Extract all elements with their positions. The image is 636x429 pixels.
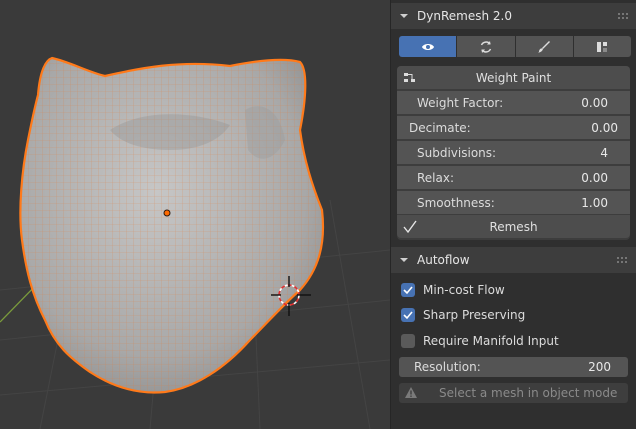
weight-paint-label: Weight Paint [475, 70, 552, 85]
check-icon [403, 311, 413, 320]
weight-paint-icon [404, 73, 415, 82]
eye-icon [421, 43, 434, 50]
subdivisions-label: Subdivisions: [417, 145, 497, 160]
mesh-object [19, 56, 325, 394]
viewport-scene [0, 56, 390, 429]
weight-paint-button[interactable]: Weight Paint [397, 66, 630, 89]
min-cost-flow-checkbox[interactable] [401, 283, 415, 297]
chevron-down-icon [400, 14, 408, 18]
require-manifold-checkbox[interactable] [401, 334, 415, 348]
3d-viewport[interactable] [0, 0, 390, 429]
autoflow-panel-header[interactable]: Autoflow [391, 247, 636, 273]
refresh-icon [480, 40, 492, 53]
sharp-preserving-checkbox[interactable] [401, 308, 415, 322]
checkmark-icon [403, 220, 417, 234]
relax-field[interactable]: Relax: 0.00 [397, 166, 630, 189]
tab-view[interactable] [399, 36, 458, 57]
drag-grip-icon[interactable] [617, 12, 629, 20]
brush-icon [538, 40, 551, 53]
smoothness-field[interactable]: Smoothness: 1.00 [397, 191, 630, 214]
resolution-value: 200 [588, 360, 611, 374]
warning-message: Select a mesh in object mode [399, 383, 628, 403]
relax-value: 0.00 [581, 170, 608, 185]
mode-tab-bar [399, 36, 631, 57]
smoothness-value: 1.00 [581, 195, 608, 210]
remesh-label: Remesh [489, 219, 538, 234]
dynremesh-panel-header[interactable]: DynRemesh 2.0 [391, 3, 636, 29]
object-origin [163, 209, 171, 217]
tab-pattern[interactable] [573, 36, 631, 57]
tab-paint[interactable] [515, 36, 574, 57]
weight-factor-field[interactable]: Weight Factor: 0.00 [397, 91, 630, 114]
tab-refresh[interactable] [457, 36, 516, 57]
autoflow-panel-title: Autoflow [417, 253, 470, 267]
relax-label: Relax: [417, 170, 455, 185]
weight-factor-value: 0.00 [581, 95, 608, 110]
require-manifold-label[interactable]: Require Manifold Input [423, 334, 559, 348]
decimate-value: 0.00 [591, 120, 618, 135]
weight-factor-label: Weight Factor: [417, 95, 504, 110]
pattern-icon [597, 41, 608, 52]
dynremesh-panel-title: DynRemesh 2.0 [417, 9, 512, 23]
smoothness-label: Smoothness: [417, 195, 495, 210]
min-cost-flow-label[interactable]: Min-cost Flow [423, 283, 505, 297]
check-icon [403, 286, 413, 295]
sharp-preserving-label[interactable]: Sharp Preserving [423, 308, 525, 322]
chevron-down-icon [400, 258, 408, 262]
drag-grip-icon[interactable] [616, 256, 628, 264]
decimate-field[interactable]: Decimate: 0.00 [397, 116, 630, 139]
dynremesh-settings-box: Weight Paint Weight Factor: 0.00 Decimat… [397, 66, 630, 240]
subdivisions-field[interactable]: Subdivisions: 4 [397, 141, 630, 164]
resolution-field[interactable]: Resolution: 200 [399, 357, 628, 377]
resolution-label: Resolution: [414, 360, 481, 374]
remesh-button[interactable]: Remesh [397, 215, 630, 238]
decimate-label: Decimate: [409, 120, 471, 135]
warning-text: Select a mesh in object mode [439, 386, 618, 400]
warning-icon [405, 387, 417, 398]
subdivisions-value: 4 [600, 145, 608, 160]
